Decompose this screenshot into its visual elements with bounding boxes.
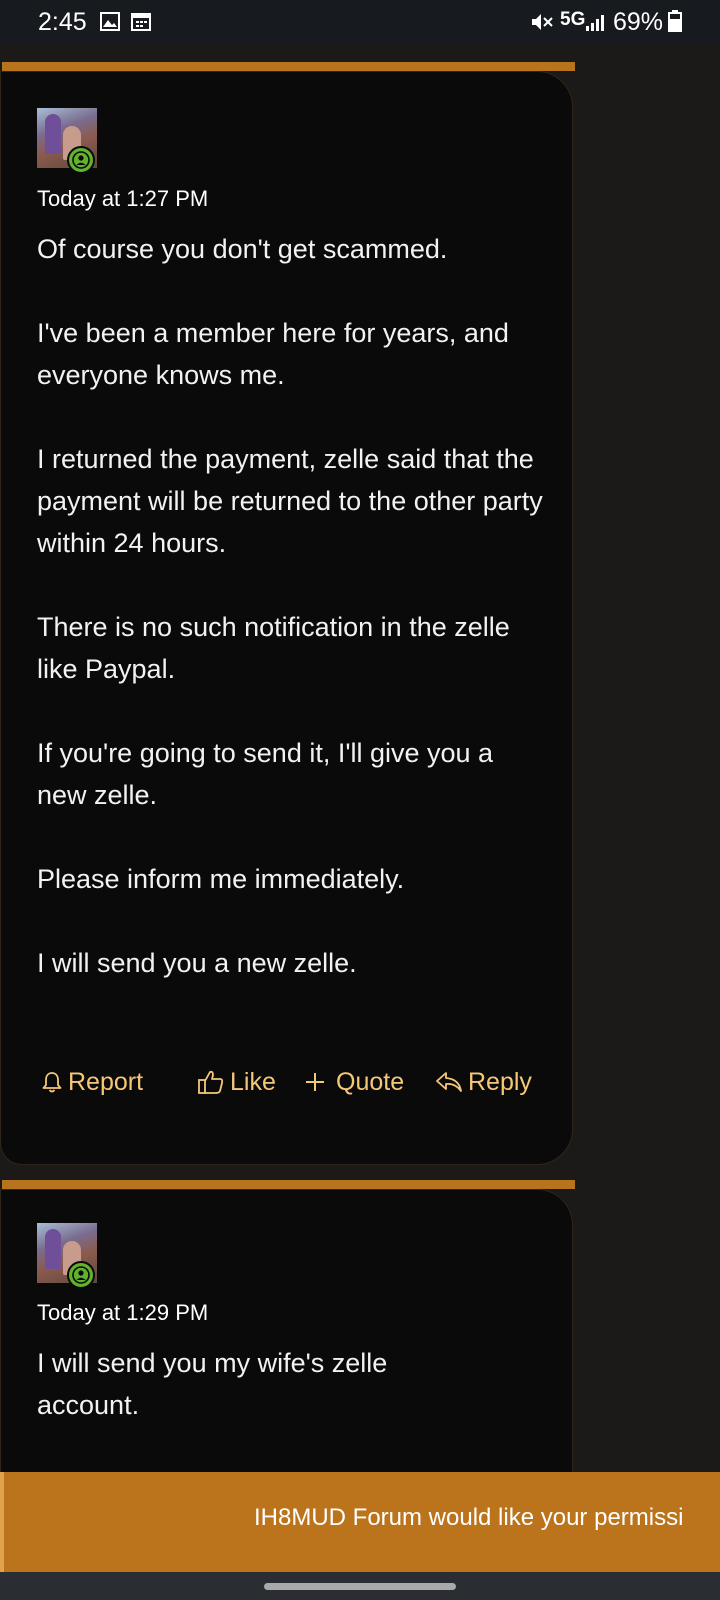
battery-icon	[668, 10, 682, 32]
home-gesture-handle[interactable]	[264, 1583, 456, 1590]
post-paragraph: I will send you my wife's zelle account.	[37, 1348, 388, 1420]
post-accent-bar	[2, 1180, 575, 1189]
post-paragraph: I returned the payment, zelle said that …	[37, 444, 543, 558]
gallery-icon	[100, 12, 120, 31]
post-timestamp[interactable]: Today at 1:27 PM	[37, 186, 208, 212]
post-accent-bar	[2, 62, 575, 71]
forum-post: Today at 1:27 PM Of course you don't get…	[0, 62, 575, 1165]
thumbs-up-icon	[198, 1070, 224, 1094]
reply-button[interactable]: Reply	[435, 1066, 532, 1098]
online-status-icon	[67, 146, 95, 174]
post-paragraph: Please inform me immediately.	[37, 864, 405, 894]
reply-icon	[436, 1072, 462, 1092]
bell-icon	[42, 1072, 62, 1093]
plus-icon	[306, 1073, 324, 1091]
status-time: 2:45	[38, 8, 87, 36]
online-status-icon	[67, 1261, 95, 1289]
post-actions: Report Like Quote Reply	[41, 1066, 561, 1100]
avatar[interactable]	[37, 1223, 97, 1289]
post-paragraph: If you're going to send it, I'll give yo…	[37, 738, 494, 810]
post-paragraph: I will send you a new zelle.	[37, 948, 357, 978]
post-body: Of course you don't get scammed. I've be…	[37, 228, 547, 984]
notification-permission-banner[interactable]: IH8MUD Forum would like your permissi	[4, 1472, 720, 1572]
post-paragraph: Of course you don't get scammed.	[37, 234, 448, 264]
calendar-icon	[131, 12, 151, 31]
post-card: Today at 1:27 PM Of course you don't get…	[0, 71, 573, 1165]
post-paragraph: There is no such notification in the zel…	[37, 612, 510, 684]
battery-percent: 69%	[613, 8, 664, 36]
signal-icon	[585, 12, 607, 31]
avatar[interactable]	[37, 108, 97, 174]
post-timestamp[interactable]: Today at 1:29 PM	[37, 1300, 208, 1326]
network-type: 5G	[560, 9, 586, 30]
report-label: Report	[68, 1068, 144, 1096]
post-card: Today at 1:29 PM I will send you my wife…	[0, 1189, 573, 1509]
quote-label: Quote	[336, 1068, 405, 1096]
status-bar: 2:45 5G 69%	[0, 0, 720, 44]
report-button[interactable]: Report	[41, 1066, 143, 1098]
reply-label: Reply	[468, 1068, 532, 1096]
quote-button[interactable]: Quote	[303, 1066, 404, 1098]
screen: 2:45 5G 69% Today at 1:27 PM Of course y…	[0, 0, 720, 1600]
post-body: I will send you my wife's zelle account.	[37, 1342, 457, 1426]
forum-post: Today at 1:29 PM I will send you my wife…	[0, 1180, 575, 1509]
like-button[interactable]: Like	[197, 1066, 276, 1098]
banner-text: IH8MUD Forum would like your permissi	[254, 1504, 684, 1531]
system-nav-bar	[0, 1572, 720, 1600]
like-label: Like	[230, 1068, 276, 1096]
post-paragraph: I've been a member here for years, and e…	[37, 318, 509, 390]
mute-icon	[530, 12, 554, 31]
